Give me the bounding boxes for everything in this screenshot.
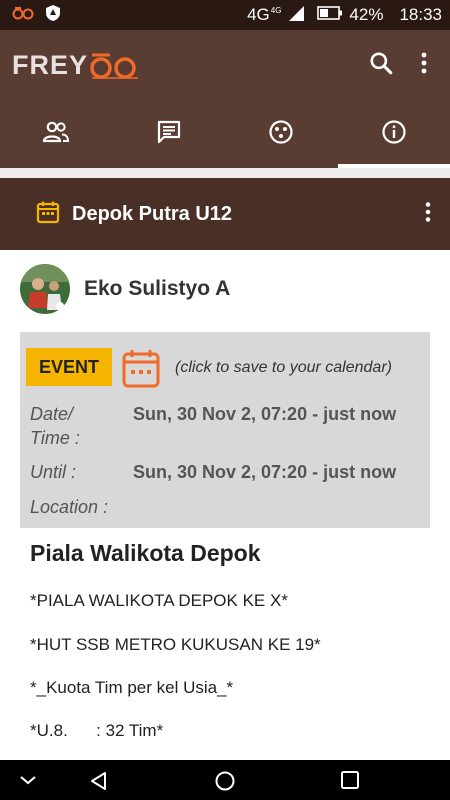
home-icon[interactable] <box>214 770 236 797</box>
people-icon <box>42 121 70 148</box>
status-bar: 4G 4G 42% 18:33 <box>0 0 450 30</box>
dots-circle-icon <box>268 119 294 150</box>
post-line: *_Kuota Tim per kel Usia_* <box>30 678 234 697</box>
network-sup-label: 4G <box>270 6 282 15</box>
signal-icon <box>287 4 305 27</box>
back-icon[interactable] <box>88 770 110 797</box>
recents-icon[interactable] <box>340 770 360 795</box>
post-line: *U.8. : 32 Tim* <box>30 721 164 740</box>
tab-bar <box>0 100 450 168</box>
tab-members[interactable] <box>0 100 113 168</box>
chevron-down-icon[interactable] <box>18 770 38 795</box>
group-more-vert-icon[interactable] <box>424 201 432 228</box>
network-label: 4G <box>247 5 270 24</box>
until-label: Until : <box>30 462 77 482</box>
event-badge: EVENT <box>26 348 112 386</box>
freyoo-notification-icon <box>12 6 34 25</box>
save-calendar-hint[interactable]: (click to save to your calendar) <box>175 359 392 377</box>
post-author[interactable]: Eko Sulistyo A <box>20 264 230 314</box>
event-card[interactable]: EVENT (click to save to your calendar) D… <box>20 332 430 528</box>
app-bar: FREY <box>0 30 450 100</box>
avatar[interactable] <box>20 264 70 314</box>
network-indicator: 4G 4G <box>247 5 281 25</box>
post-line: *PIALA WALIKOTA DEPOK KE X* <box>30 591 288 610</box>
search-icon[interactable] <box>368 50 394 81</box>
post-line: *HUT SSB METRO KUKUSAN KE 19* <box>30 635 321 654</box>
freyoo-logo: FREY <box>12 50 140 81</box>
shield-notification-icon <box>44 4 62 27</box>
more-vert-icon[interactable] <box>420 51 428 80</box>
logo-oo-mark <box>90 53 139 79</box>
tab-chat[interactable] <box>113 100 226 168</box>
group-header: Depok Putra U12 <box>0 178 450 250</box>
battery-icon <box>317 5 343 25</box>
date-label-line2: Time : <box>30 428 80 448</box>
location-label: Location : <box>30 497 109 517</box>
info-icon <box>381 119 407 150</box>
post-content: Eko Sulistyo A EVENT (click to save to y… <box>0 250 450 760</box>
header-divider <box>0 168 450 178</box>
logo-text: FREY <box>12 49 89 80</box>
post-title: Piala Walikota Depok <box>30 540 261 566</box>
tab-events[interactable] <box>225 100 338 168</box>
calendar-icon <box>36 200 60 229</box>
date-label-line1: Date/ <box>30 404 74 424</box>
author-name[interactable]: Eko Sulistyo A <box>84 277 230 301</box>
tab-info[interactable] <box>337 100 450 168</box>
group-title: Depok Putra U12 <box>72 202 233 225</box>
battery-percent: 42% <box>349 5 384 24</box>
date-time-value: Sun, 30 Nov 2, 07:20 - just now <box>133 404 397 424</box>
system-nav-bar <box>0 760 450 800</box>
save-to-calendar-icon[interactable] <box>122 348 160 393</box>
until-value: Sun, 30 Nov 2, 07:20 - just now <box>133 462 397 482</box>
date-time-label: Date/ Time : <box>30 402 120 450</box>
clock: 18:33 <box>399 5 442 24</box>
chat-icon <box>156 119 182 150</box>
